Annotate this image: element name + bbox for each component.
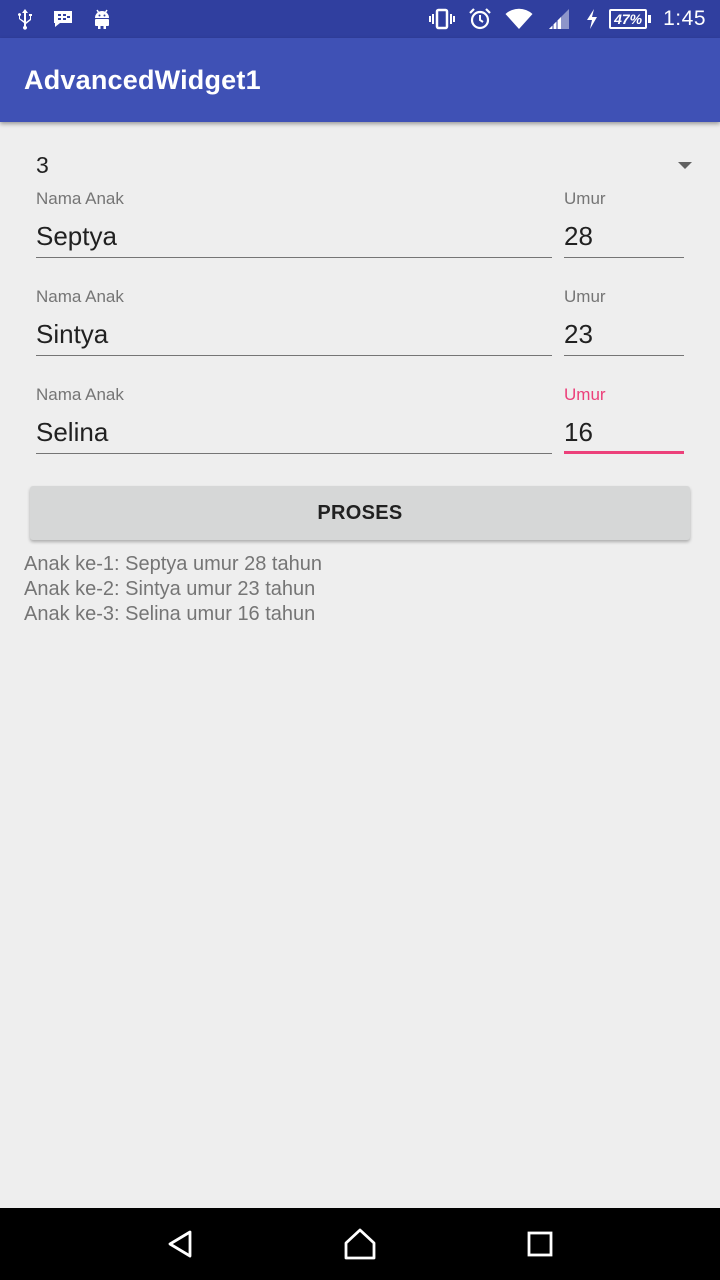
child-name-field-3[interactable]: Nama Anak Selina (36, 384, 552, 454)
status-bar: 47% 1:45 (0, 0, 720, 38)
charging-icon (585, 8, 599, 30)
home-icon (344, 1228, 376, 1260)
bbm-icon (52, 9, 74, 29)
battery-percent: 47% (609, 9, 648, 29)
child-age-input[interactable]: 23 (564, 316, 684, 356)
child-name-input[interactable]: Sintya (36, 316, 552, 356)
child-name-input[interactable]: Septya (36, 218, 552, 258)
android-icon (92, 8, 112, 30)
status-clock: 1:45 (663, 7, 706, 30)
recents-icon (527, 1231, 553, 1257)
wifi-icon (505, 8, 533, 30)
child-name-label: Nama Anak (36, 287, 124, 306)
child-age-field-3[interactable]: Umur 16 (564, 384, 684, 454)
proses-button[interactable]: PROSES (30, 486, 690, 540)
app-title: AdvancedWidget1 (24, 64, 261, 95)
back-icon (168, 1230, 192, 1258)
child-name-field-2[interactable]: Nama Anak Sintya (36, 286, 552, 356)
result-line: Anak ke-3: Selina umur 16 tahun (24, 603, 316, 625)
child-row-2: Nama Anak Sintya Umur 23 (0, 286, 720, 384)
child-name-label: Nama Anak (36, 385, 124, 404)
child-name-field-1[interactable]: Nama Anak Septya (36, 188, 552, 258)
result-output: Anak ke-1: Septya umur 28 tahun Anak ke-… (24, 552, 684, 627)
back-button[interactable] (132, 1208, 228, 1280)
child-age-input[interactable]: 16 (564, 414, 684, 454)
app-bar: AdvancedWidget1 (0, 38, 720, 122)
child-age-label: Umur (564, 189, 606, 208)
child-age-label: Umur (564, 385, 606, 404)
child-name-label: Nama Anak (36, 189, 124, 208)
child-age-label: Umur (564, 287, 606, 306)
battery-icon: 47% (609, 9, 652, 29)
dropdown-arrow-icon (678, 161, 692, 169)
child-count-spinner[interactable]: 3 (24, 140, 696, 190)
child-age-field-2[interactable]: Umur 23 (564, 286, 684, 356)
alarm-icon (469, 8, 491, 30)
signal-icon (547, 8, 571, 30)
vibrate-icon (429, 8, 456, 30)
child-age-input[interactable]: 28 (564, 218, 684, 258)
home-button[interactable] (312, 1208, 408, 1280)
child-age-field-1[interactable]: Umur 28 (564, 188, 684, 258)
child-row-3: Nama Anak Selina Umur 16 (0, 384, 720, 482)
result-line: Anak ke-2: Sintya umur 23 tahun (24, 578, 316, 600)
navigation-bar (0, 1208, 720, 1280)
spinner-selected-value: 3 (36, 151, 49, 178)
child-row-1: Nama Anak Septya Umur 28 (0, 188, 720, 286)
usb-icon (16, 8, 34, 30)
result-line: Anak ke-1: Septya umur 28 tahun (24, 553, 322, 575)
child-name-input[interactable]: Selina (36, 414, 552, 454)
recents-button[interactable] (492, 1208, 588, 1280)
